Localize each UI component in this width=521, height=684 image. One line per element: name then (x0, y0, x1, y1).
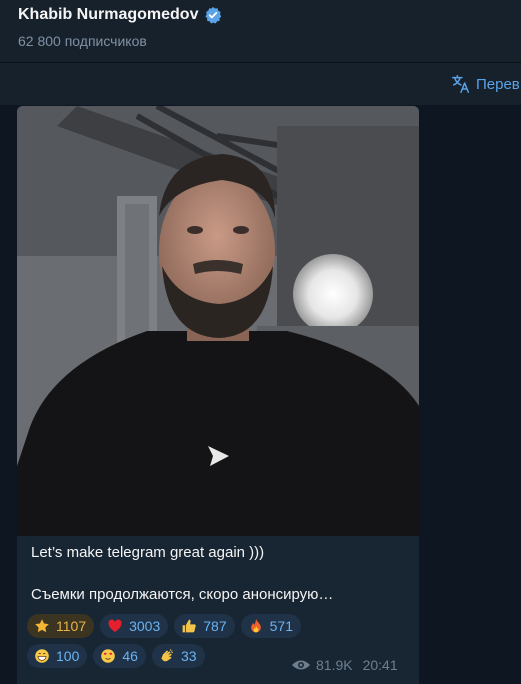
reaction-count: 46 (122, 648, 138, 664)
grin-icon (33, 647, 51, 665)
view-count: 81.9K (316, 657, 353, 673)
translate-button[interactable]: Перев (450, 73, 520, 95)
in-love-face-icon (99, 647, 117, 665)
caption-line-2: Съемки продолжаются, скоро анонсирую… (31, 586, 334, 603)
fire-icon (247, 617, 265, 635)
star-icon (33, 617, 51, 635)
reaction-heart[interactable]: 3003 (100, 614, 169, 638)
channel-title[interactable]: Khabib Nurmagomedov (18, 6, 222, 24)
chat-header[interactable]: Khabib Nurmagomedov 62 800 подписчиков (0, 0, 521, 62)
reaction-grin[interactable]: 100 (27, 644, 88, 668)
reaction-fire[interactable]: 571 (240, 614, 301, 638)
reaction-count: 1107 (56, 618, 87, 634)
reaction-star[interactable]: 1107 (27, 614, 95, 638)
translate-icon (452, 75, 470, 93)
verified-badge-icon (205, 6, 222, 24)
heart-icon (106, 617, 124, 635)
post-time: 20:41 (362, 657, 398, 673)
eye-icon (291, 660, 311, 670)
reaction-count: 571 (269, 618, 293, 634)
reaction-count: 100 (56, 648, 80, 664)
post-caption: Let’s make telegram great again ))) Съем… (31, 542, 411, 605)
caption-line-1: Let’s make telegram great again ))) (31, 544, 265, 561)
post-meta: 81.9K 20:41 (291, 657, 398, 673)
reaction-count: 787 (203, 618, 227, 634)
translate-bar: Перев (0, 63, 521, 105)
post-photo[interactable] (17, 106, 419, 536)
reaction-clap[interactable]: 33 (151, 644, 205, 668)
translate-label: Перев (476, 75, 520, 93)
reaction-count: 33 (180, 648, 197, 664)
clap-icon (158, 647, 176, 665)
thumbs-up-icon (180, 617, 198, 635)
channel-post[interactable]: Let’s make telegram great again ))) Съем… (17, 106, 419, 684)
reaction-in-love-face[interactable]: 46 (93, 644, 146, 668)
reaction-count: 3003 (129, 618, 161, 634)
subscriber-count: 62 800 подписчиков (18, 33, 147, 49)
channel-name: Khabib Nurmagomedov (18, 6, 199, 23)
reaction-thumbs-up[interactable]: 787 (174, 614, 235, 638)
